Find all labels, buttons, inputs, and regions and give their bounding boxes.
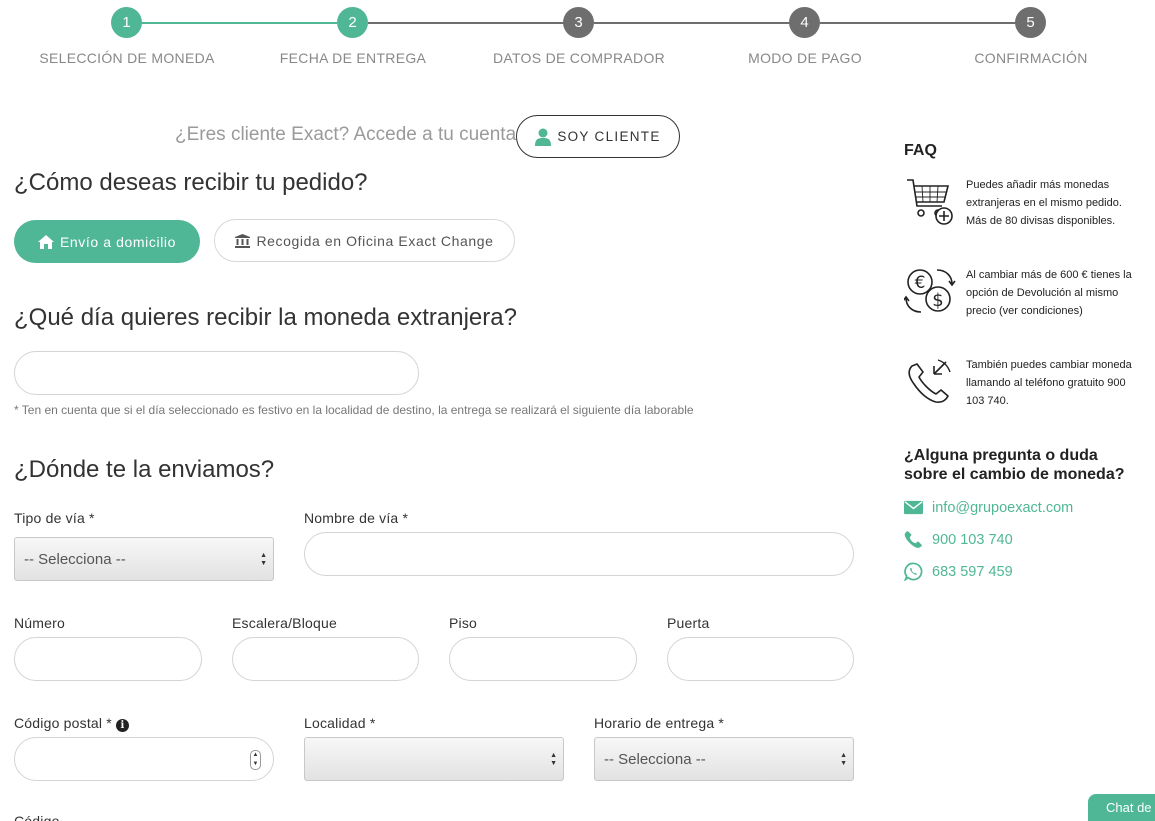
home-delivery-label: Envío a domicilio	[59, 233, 177, 250]
soy-cliente-button[interactable]: SOY CLIENTE	[516, 115, 680, 158]
numero-input[interactable]	[14, 637, 202, 681]
contact-phone-text[interactable]: 900 103 740	[932, 532, 1013, 548]
delivery-date-question: ¿Qué día quieres recibir la moneda extra…	[14, 304, 517, 331]
holiday-note: * Ten en cuenta que si el día selecciona…	[14, 403, 694, 417]
step-3-label: DATOS DE COMPRADOR	[492, 50, 666, 66]
contact-email-text[interactable]: info@grupoexact.com	[932, 500, 1073, 516]
client-login-prompt: ¿Eres cliente Exact? Accede a tu cuenta	[175, 124, 517, 145]
puerta-input[interactable]	[667, 637, 854, 681]
faq-item-more-currencies: Puedes añadir más monedas extranjeras en…	[904, 176, 1134, 246]
user-icon	[535, 128, 552, 146]
tipo-via-select[interactable]: -- Selecciona -- ▲ ▼	[14, 537, 274, 581]
nombre-via-input[interactable]	[304, 532, 854, 576]
step-connector-4-5	[820, 22, 1016, 24]
step-connector-3-4	[594, 22, 790, 24]
select-arrows-icon: ▲ ▼	[840, 752, 847, 767]
nombre-via-label: Nombre de vía *	[304, 510, 409, 526]
piso-input[interactable]	[449, 637, 637, 681]
step-4-circle: 4	[789, 7, 820, 38]
next-field-label-text: Código	[14, 813, 60, 821]
step-1-circle[interactable]: 1	[111, 7, 142, 38]
step-4-label: MODO DE PAGO	[748, 50, 862, 66]
info-icon[interactable]: i	[115, 719, 129, 732]
phone-call-icon	[908, 359, 951, 403]
soy-cliente-label: SOY CLIENTE	[557, 129, 661, 144]
escalera-label: Escalera/Bloque	[232, 615, 337, 631]
checkout-stepper: 1 2 3 4 5 SELECCIÓN DE MONEDA FECHA DE E…	[0, 0, 1155, 80]
faq-text-refund: Al cambiar más de 600 € tienes la opción…	[966, 269, 1132, 317]
chat-tab-label: Chat de	[1106, 800, 1152, 815]
currency-exchange-icon: € $	[904, 269, 956, 313]
step-3-circle: 3	[563, 7, 594, 38]
bank-icon	[235, 233, 251, 248]
questions-title: ¿Alguna pregunta o duda sobre el cambio …	[904, 447, 1125, 483]
contact-phone[interactable]: 900 103 740	[904, 530, 1013, 549]
horario-label: Horario de entrega *	[594, 715, 725, 731]
faq-text-more-currencies: Puedes añadir más monedas extranjeras en…	[966, 179, 1122, 227]
escalera-input[interactable]	[232, 637, 419, 681]
svg-text:€: €	[915, 273, 926, 293]
codigo-postal-label-row: Código postal * i	[14, 715, 129, 732]
step-5-circle: 5	[1015, 7, 1046, 38]
step-5-label: CONFIRMACIÓN	[974, 50, 1088, 66]
whatsapp-icon	[904, 562, 923, 581]
select-arrows-icon: ▲ ▼	[260, 552, 267, 567]
codigo-postal-label: Código postal *	[14, 715, 112, 731]
contact-whatsapp[interactable]: 683 597 459	[904, 562, 1013, 581]
localidad-select[interactable]: ▲ ▼	[304, 737, 564, 781]
tipo-via-value: -- Selecciona --	[24, 550, 126, 568]
piso-label: Piso	[449, 615, 478, 631]
home-icon	[37, 234, 54, 249]
puerta-label: Puerta	[667, 615, 710, 631]
cart-plus-icon	[907, 179, 953, 225]
home-delivery-button[interactable]: Envío a domicilio	[14, 220, 200, 263]
step-2-label: FECHA DE ENTREGA	[279, 50, 427, 66]
tipo-via-label: Tipo de vía *	[14, 510, 95, 526]
step-1-label: SELECCIÓN DE MONEDA	[39, 50, 215, 66]
horario-value: -- Selecciona --	[604, 750, 706, 768]
localidad-label: Localidad *	[304, 715, 376, 731]
faq-text-phone: También puedes cambiar moneda llamando a…	[966, 359, 1132, 407]
next-field-label: Código	[14, 813, 60, 821]
delivery-method-question: ¿Cómo deseas recibir tu pedido?	[14, 169, 368, 196]
address-question: ¿Dónde te la enviamos?	[14, 456, 275, 483]
office-pickup-button[interactable]: Recogida en Oficina Exact Change	[214, 219, 515, 262]
horario-select[interactable]: -- Selecciona -- ▲ ▼	[594, 737, 854, 781]
select-arrows-icon: ▲ ▼	[550, 752, 557, 767]
delivery-date-input[interactable]	[14, 351, 419, 395]
step-connector-2-3	[368, 22, 564, 24]
contact-whatsapp-text[interactable]: 683 597 459	[932, 564, 1013, 580]
faq-item-phone: También puedes cambiar moneda llamando a…	[904, 356, 1134, 426]
step-2-circle[interactable]: 2	[337, 7, 368, 38]
contact-email[interactable]: info@grupoexact.com	[904, 498, 1073, 517]
step-connector-1-2	[142, 22, 337, 24]
codigo-postal-input[interactable]: ▲ ▼	[14, 737, 274, 781]
numero-label: Número	[14, 615, 65, 631]
faq-item-refund: € $ Al cambiar más de 600 € tienes la op…	[904, 266, 1134, 336]
faq-title: FAQ	[904, 142, 937, 159]
phone-icon	[904, 530, 923, 548]
envelope-icon	[904, 500, 923, 515]
office-pickup-label: Recogida en Oficina Exact Change	[256, 232, 494, 249]
chat-tab[interactable]: Chat de	[1088, 794, 1155, 821]
svg-text:$: $	[932, 290, 943, 311]
number-spinner-icon[interactable]: ▲ ▼	[250, 750, 261, 770]
